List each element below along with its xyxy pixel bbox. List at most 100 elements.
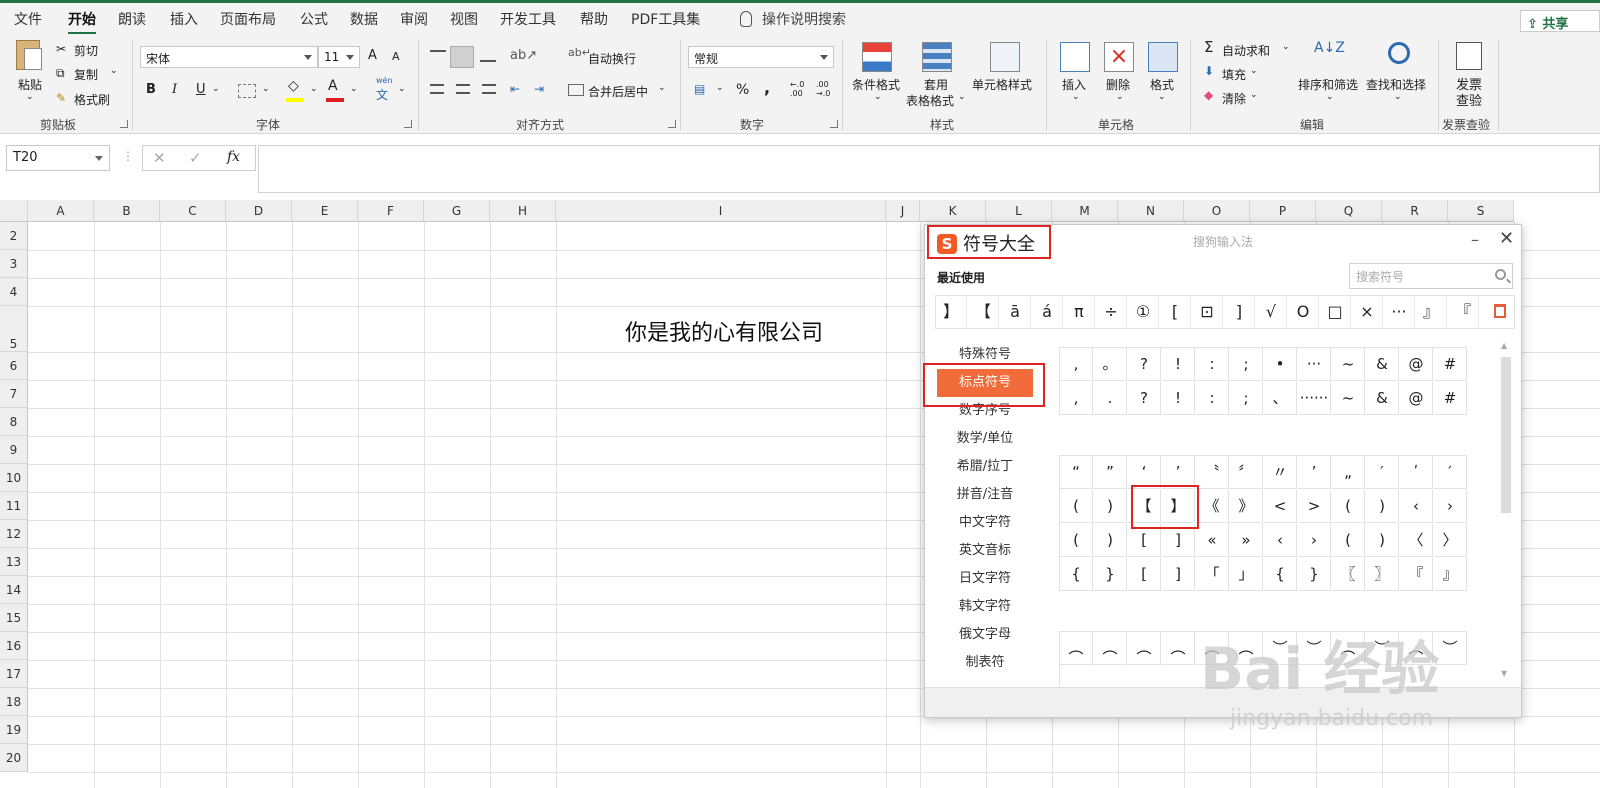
symbol-search-input[interactable]: 搜索符号 — [1349, 263, 1513, 289]
column-header-S[interactable]: S — [1448, 200, 1514, 222]
column-header-F[interactable]: F — [358, 200, 424, 222]
category-item[interactable]: 俄文字母 — [925, 621, 1045, 649]
symbol-cell[interactable]: ʹ — [1400, 456, 1433, 489]
symbol-cell[interactable]: 〈 — [1400, 524, 1433, 557]
symbol-cell[interactable]: 「 — [1196, 558, 1229, 591]
symbol-cell[interactable]: . — [1094, 382, 1127, 415]
row-header-11[interactable]: 11 — [0, 492, 28, 520]
tab-review[interactable]: 审阅 — [400, 9, 428, 29]
grow-font-button[interactable]: A — [368, 48, 377, 63]
symbol-cell[interactable]: 」 — [1230, 558, 1263, 591]
symbol-cell[interactable]: ( — [1332, 490, 1365, 523]
share-button[interactable]: ⇪ 共享 — [1520, 10, 1600, 32]
symbol-cell[interactable]: ; — [1230, 382, 1263, 415]
symbol-cell[interactable]: „ — [1332, 456, 1365, 489]
fill-button[interactable]: 填充 — [1222, 66, 1246, 83]
symbol-cell[interactable]: ( — [1332, 524, 1365, 557]
align-bottom-icon[interactable] — [480, 50, 496, 62]
underline-dropdown-icon[interactable]: ⌄ — [212, 84, 220, 94]
find-dropdown-icon[interactable]: ⌄ — [1394, 92, 1402, 102]
recent-symbol[interactable]: 】 — [936, 296, 967, 328]
number-launcher-icon[interactable] — [830, 120, 838, 128]
row-header-10[interactable]: 10 — [0, 464, 28, 492]
font-color-dropdown-icon[interactable]: ⌄ — [350, 84, 358, 94]
merge-center-icon[interactable] — [568, 84, 584, 96]
increase-indent-icon[interactable]: ⇥ — [534, 82, 544, 96]
symbol-cell[interactable]: & — [1366, 348, 1399, 381]
accounting-dropdown-icon[interactable]: ⌄ — [716, 83, 724, 93]
format-dropdown-icon[interactable]: ⌄ — [1158, 92, 1166, 102]
invoice-check-icon[interactable] — [1456, 42, 1482, 70]
shrink-font-button[interactable]: A — [392, 50, 400, 63]
delete-dropdown-icon[interactable]: ⌄ — [1116, 92, 1124, 102]
symbol-cell[interactable]: ‹ — [1264, 524, 1297, 557]
tell-me-search[interactable]: 操作说明搜索 — [740, 9, 846, 29]
category-item[interactable]: 拼音/注音 — [925, 481, 1045, 509]
delete-cells-icon[interactable]: × — [1104, 42, 1134, 72]
conditional-format-icon[interactable] — [862, 42, 892, 72]
symbol-cell[interactable]: ︵ — [1162, 632, 1195, 665]
symbol-cell[interactable]: ′ — [1434, 456, 1467, 489]
accounting-icon[interactable]: ▤ — [694, 82, 705, 96]
column-header-G[interactable]: G — [424, 200, 490, 222]
symbol-cell[interactable]: ··· — [1298, 348, 1331, 381]
close-button[interactable]: ✕ — [1499, 228, 1514, 249]
category-item[interactable]: 日文字符 — [925, 565, 1045, 593]
borders-icon[interactable] — [238, 84, 256, 98]
symbol-cell[interactable]: , — [1060, 382, 1093, 415]
symbol-cell[interactable]: ” — [1094, 456, 1127, 489]
row-header-18[interactable]: 18 — [0, 688, 28, 716]
table-dropdown-icon[interactable]: ⌄ — [958, 92, 966, 102]
recent-symbol[interactable]: 』 — [1416, 296, 1447, 328]
column-header-B[interactable]: B — [94, 200, 160, 222]
symbol-cell[interactable]: : — [1196, 348, 1229, 381]
symbol-cell[interactable]: 〗 — [1366, 558, 1399, 591]
symbol-cell[interactable]: # — [1434, 382, 1467, 415]
paste-dropdown-icon[interactable]: ⌄ — [26, 92, 34, 102]
column-header-O[interactable]: O — [1184, 200, 1250, 222]
symbol-cell[interactable]: 》 — [1230, 490, 1263, 523]
format-painter-icon[interactable]: ✎ — [56, 91, 66, 105]
cell-styles-button[interactable]: 单元格样式 — [972, 76, 1032, 93]
row-header-2[interactable]: 2 — [0, 222, 28, 250]
cell-styles-icon[interactable] — [990, 42, 1020, 72]
row-header-16[interactable]: 16 — [0, 632, 28, 660]
font-size-select[interactable]: 11 — [318, 46, 360, 68]
symbol-cell[interactable]: < — [1264, 490, 1297, 523]
symbol-cell[interactable]: ( — [1060, 490, 1093, 523]
clear-button[interactable]: 清除 — [1222, 90, 1246, 107]
recent-symbol[interactable]: á — [1032, 296, 1063, 328]
symbol-cell[interactable]: » — [1230, 524, 1263, 557]
paste-button[interactable]: 粘贴 — [18, 76, 42, 93]
column-header-M[interactable]: M — [1052, 200, 1118, 222]
column-header-R[interactable]: R — [1382, 200, 1448, 222]
format-cells-button[interactable]: 格式 — [1150, 76, 1174, 93]
row-header-4[interactable]: 4 — [0, 278, 28, 306]
recent-symbol[interactable]: √ — [1256, 296, 1287, 328]
fill-dropdown-icon[interactable]: ⌄ — [1250, 66, 1258, 76]
tab-home[interactable]: 开始 — [68, 9, 96, 35]
clear-dropdown-icon[interactable]: ⌄ — [1250, 90, 1258, 100]
number-format-select[interactable]: 常规 — [688, 46, 834, 68]
align-top-icon[interactable] — [430, 50, 446, 62]
symbol-cell[interactable]: & — [1366, 382, 1399, 415]
column-header-D[interactable]: D — [226, 200, 292, 222]
row-header-6[interactable]: 6 — [0, 352, 28, 380]
column-header-I[interactable]: I — [556, 200, 886, 222]
insert-cells-icon[interactable] — [1060, 42, 1090, 72]
recent-symbol[interactable]: ··· — [1384, 296, 1415, 328]
wrap-text-button[interactable]: 自动换行 — [588, 50, 636, 67]
clear-icon[interactable]: ◆ — [1204, 88, 1213, 102]
column-header-N[interactable]: N — [1118, 200, 1184, 222]
search-icon[interactable] — [1495, 269, 1506, 280]
recent-symbol[interactable]: ] — [1224, 296, 1255, 328]
tab-insert[interactable]: 插入 — [170, 9, 198, 29]
tab-developer[interactable]: 开发工具 — [500, 9, 556, 29]
cut-icon[interactable]: ✂ — [56, 42, 66, 56]
sort-filter-icon[interactable]: A↓Z — [1314, 40, 1345, 56]
row-header-14[interactable]: 14 — [0, 576, 28, 604]
column-header-C[interactable]: C — [160, 200, 226, 222]
recent-symbol[interactable]: 【 — [968, 296, 999, 328]
recent-symbol[interactable]: [ — [1160, 296, 1191, 328]
table-format-icon[interactable] — [922, 42, 952, 72]
